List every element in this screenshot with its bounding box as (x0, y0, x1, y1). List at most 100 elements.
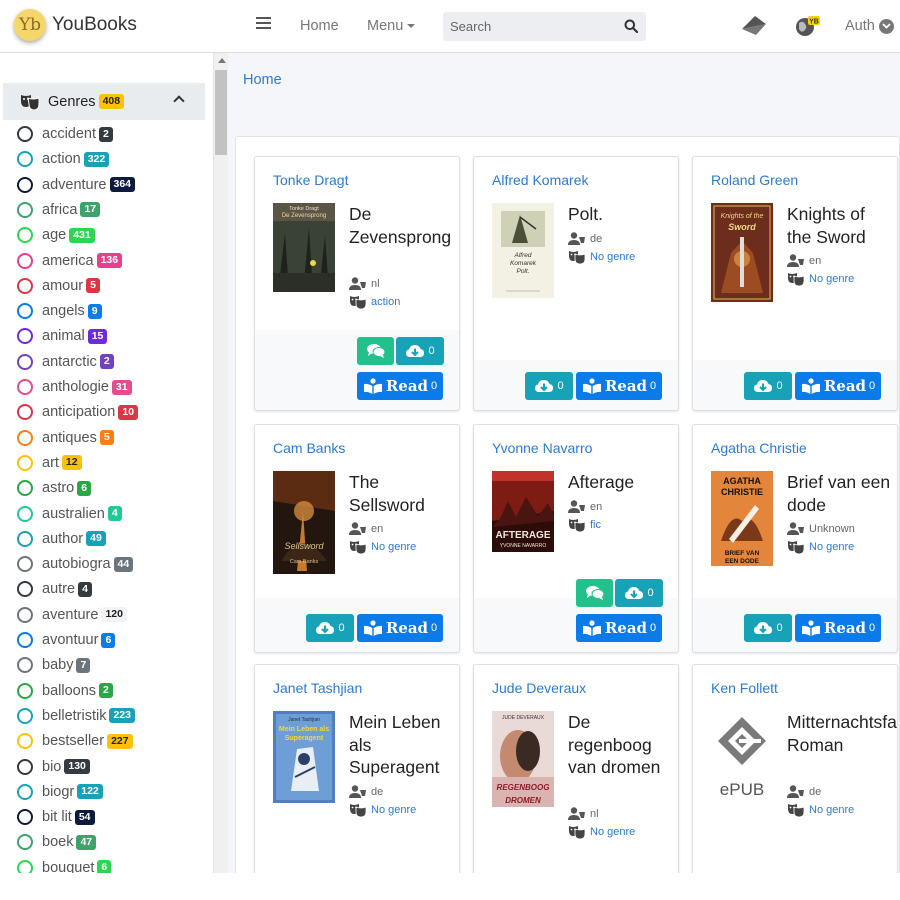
book-card[interactable]: Agatha Christie AGATHA CHRISTIE BRIEF VAN EE… (692, 424, 898, 653)
genre-text[interactable]: No genre (809, 804, 854, 816)
author-link[interactable]: Yvonne Navarro (492, 440, 592, 456)
genre-item[interactable]: age 431 (17, 224, 95, 246)
author-link[interactable]: Tonke Dragt (273, 172, 348, 188)
book-cover[interactable]: Tonke Dragt De Zevensprong (273, 203, 335, 297)
genre-text[interactable]: No genre (371, 541, 416, 553)
book-card[interactable]: Alfred Komarek Alfred Komarek Polt. Polt. de N… (473, 156, 679, 411)
book-cover[interactable]: Janet Tashjian Mein Leben als Superagent (273, 711, 335, 808)
book-card[interactable]: Cam Banks Sellsword Cam Banks The Sellsword… (254, 424, 460, 653)
book-title[interactable]: De Zevensprong (349, 203, 455, 248)
book-cover[interactable]: Alfred Komarek Polt. (492, 203, 554, 303)
genre-item[interactable]: autobiogra 44 (17, 553, 134, 575)
language-globe-icon[interactable]: YB (795, 14, 821, 38)
comments-button[interactable] (357, 337, 394, 365)
read-button[interactable]: Read 0 (357, 614, 443, 642)
genre-item[interactable]: antarctic 2 (17, 351, 114, 373)
download-button[interactable]: 0 (744, 614, 792, 642)
chevron-up-icon[interactable] (173, 95, 185, 107)
paper-plane-icon[interactable] (741, 14, 767, 38)
sidebar-scrollbar[interactable] (213, 53, 228, 873)
book-genre[interactable]: No genre (787, 540, 854, 554)
read-button[interactable]: Read 0 (795, 372, 881, 400)
genre-item[interactable]: bio 130 (17, 756, 90, 778)
genre-item[interactable]: avontuur 6 (17, 629, 116, 651)
genre-text[interactable]: No genre (809, 273, 854, 285)
book-cover[interactable]: JUDE DEVERAUX REGENBOOG DROMEN (492, 711, 554, 812)
book-genre[interactable]: No genre (349, 540, 416, 554)
genre-item[interactable]: angels 9 (17, 300, 102, 322)
genre-item[interactable]: bouquet 6 (17, 857, 112, 873)
book-card[interactable]: Ken Follett ePUB Mitternachtsfalken: Roman… (692, 664, 898, 873)
genre-item[interactable]: animal 15 (17, 325, 108, 347)
book-genre[interactable]: No genre (568, 825, 635, 839)
search-icon[interactable] (624, 19, 638, 33)
genre-text[interactable]: action (371, 296, 400, 308)
author-link[interactable]: Jude Deveraux (492, 680, 586, 696)
download-button[interactable]: 0 (525, 372, 573, 400)
book-cover[interactable]: Sellsword Cam Banks (273, 471, 335, 579)
book-card[interactable]: Yvonne Navarro AFTERAGE YVONNE NAVARRO Afte… (473, 424, 679, 653)
genre-item[interactable]: action 322 (17, 148, 110, 170)
book-card[interactable]: Jude Deveraux JUDE DEVERAUX REGENBOOG DROME… (473, 664, 679, 873)
scroll-thumb[interactable] (215, 70, 227, 155)
genre-text[interactable]: No genre (590, 826, 635, 838)
nav-menu-dropdown[interactable]: Menu (367, 18, 416, 34)
genre-item[interactable]: autre 4 (17, 578, 92, 600)
author-link[interactable]: Agatha Christie (711, 440, 807, 456)
book-title[interactable]: Knights of the Sword (787, 203, 893, 248)
hamburger-menu-icon[interactable] (256, 17, 271, 29)
breadcrumb-home[interactable]: Home (243, 72, 282, 88)
author-link[interactable]: Roland Green (711, 172, 798, 188)
book-cover[interactable]: AGATHA CHRISTIE BRIEF VAN EEN DODE (711, 471, 773, 571)
genre-item[interactable]: anticipation 10 (17, 401, 139, 423)
genre-item[interactable]: belletristik 223 (17, 705, 135, 727)
download-button[interactable]: 0 (396, 337, 444, 365)
book-title[interactable]: De regenboog van dromen (568, 711, 674, 779)
book-title[interactable]: Mein Leben als Superagent (349, 711, 455, 779)
read-button[interactable]: Read 0 (357, 372, 443, 400)
book-cover[interactable]: Knights of the Sword (711, 203, 773, 307)
genre-item[interactable]: accident 2 (17, 123, 113, 145)
genre-item[interactable]: adventure 364 (17, 174, 136, 196)
genre-item[interactable]: balloons 2 (17, 680, 113, 702)
genre-item[interactable]: anthologie 31 (17, 376, 132, 398)
book-title[interactable]: Mitternachtsfalken: Roman (787, 711, 897, 756)
book-title[interactable]: The Sellsword (349, 471, 455, 516)
genre-item[interactable]: antiques 5 (17, 427, 114, 449)
book-title[interactable]: Afterage (568, 471, 674, 494)
read-button[interactable]: Read 0 (795, 614, 881, 642)
genre-item[interactable]: australien 4 (17, 503, 122, 525)
book-genre[interactable]: No genre (568, 250, 635, 264)
genre-item[interactable]: america 136 (17, 250, 123, 272)
genre-item[interactable]: biogr 122 (17, 781, 103, 803)
genre-item[interactable]: boek 47 (17, 831, 97, 853)
read-button[interactable]: Read 0 (576, 372, 662, 400)
download-button[interactable]: 0 (306, 614, 354, 642)
genre-text[interactable]: fic (590, 519, 601, 531)
book-title[interactable]: Polt. (568, 203, 674, 226)
author-link[interactable]: Janet Tashjian (273, 680, 362, 696)
book-genre[interactable]: fic (568, 518, 601, 532)
book-title[interactable]: Brief van een dode (787, 471, 893, 516)
book-cover[interactable]: ePUB (711, 711, 773, 806)
brand[interactable]: Yb YouBooks (14, 9, 137, 41)
book-genre[interactable]: No genre (787, 272, 854, 286)
genre-item[interactable]: aventure 120 (17, 604, 127, 626)
book-genre[interactable]: No genre (349, 803, 416, 817)
genre-item[interactable]: baby 7 (17, 654, 91, 676)
genre-item[interactable]: art 12 (17, 452, 82, 474)
genre-item[interactable]: bit lit 54 (17, 806, 95, 828)
download-button[interactable]: 0 (744, 372, 792, 400)
book-card[interactable]: Tonke Dragt Tonke Dragt De Zevensprong De Z… (254, 156, 460, 411)
genre-item[interactable]: africa 17 (17, 199, 101, 221)
nav-home-link[interactable]: Home (300, 18, 339, 34)
book-card[interactable]: Janet Tashjian Janet Tashjian Mein Leben a… (254, 664, 460, 873)
genre-text[interactable]: No genre (809, 541, 854, 553)
book-card[interactable]: Roland Green Knights of the Sword Knights o… (692, 156, 898, 411)
genre-text[interactable]: No genre (590, 251, 635, 263)
genre-text[interactable]: No genre (371, 804, 416, 816)
genre-item[interactable]: astro 6 (17, 477, 92, 499)
scroll-up-arrow-icon[interactable] (218, 58, 226, 63)
author-link[interactable]: Ken Follett (711, 680, 778, 696)
genre-item[interactable]: bestseller 227 (17, 730, 133, 752)
